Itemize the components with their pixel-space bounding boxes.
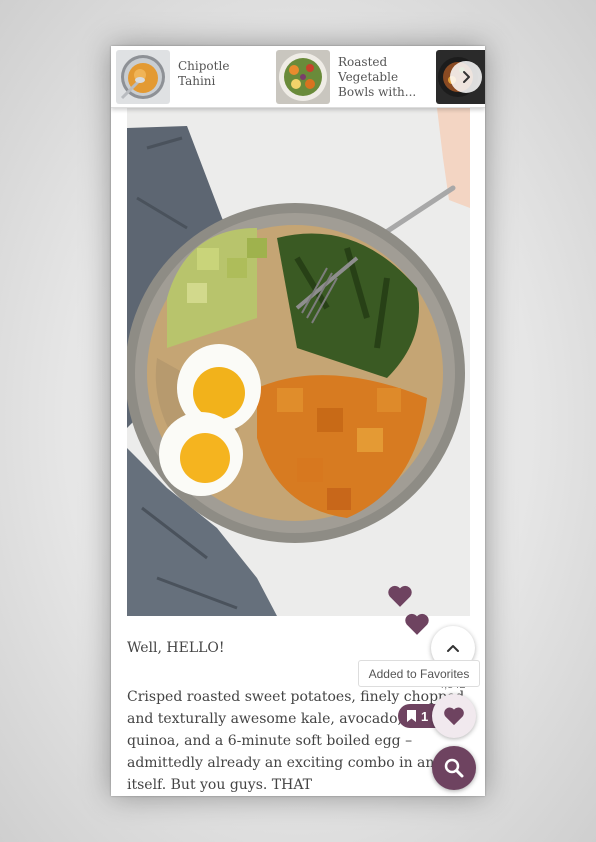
favorite-button[interactable] [432, 694, 476, 738]
favorites-count: 1 [421, 708, 429, 724]
carousel-card-chipotle-tahini[interactable]: Chipotle Tahini [116, 50, 266, 104]
sauce-bowl-thumbnail [116, 50, 170, 104]
carousel-next-button[interactable] [450, 61, 482, 93]
carousel-card-roasted-vegetable-bowls[interactable]: Roasted Vegetable Bowls with... [276, 50, 426, 104]
chevron-right-icon [463, 71, 470, 83]
search-button[interactable] [432, 746, 476, 790]
veggie-bowl-thumbnail [276, 50, 330, 104]
carousel-card-title: Chipotle Tahini [178, 59, 230, 88]
bookmark-icon [407, 710, 416, 722]
phone-frame: Chipotle Tahini Roasted Vegetable Bowls … [111, 46, 485, 796]
heart-icon [444, 707, 464, 726]
added-to-favorites-tooltip: Added to Favorites [358, 660, 480, 687]
floating-heart-icon [388, 585, 412, 607]
search-icon [444, 758, 464, 778]
article-greeting: Well, HELLO! [127, 640, 225, 656]
related-recipes-carousel: Chipotle Tahini Roasted Vegetable Bowls … [111, 46, 485, 108]
article-body-text: Crisped roasted sweet potatoes, finely c… [127, 689, 465, 793]
floating-heart-icon [405, 613, 429, 635]
chevron-up-icon [447, 645, 459, 652]
food-bowl-photo [127, 108, 470, 616]
carousel-card-title: Roasted Vegetable Bowls with... [338, 55, 417, 99]
